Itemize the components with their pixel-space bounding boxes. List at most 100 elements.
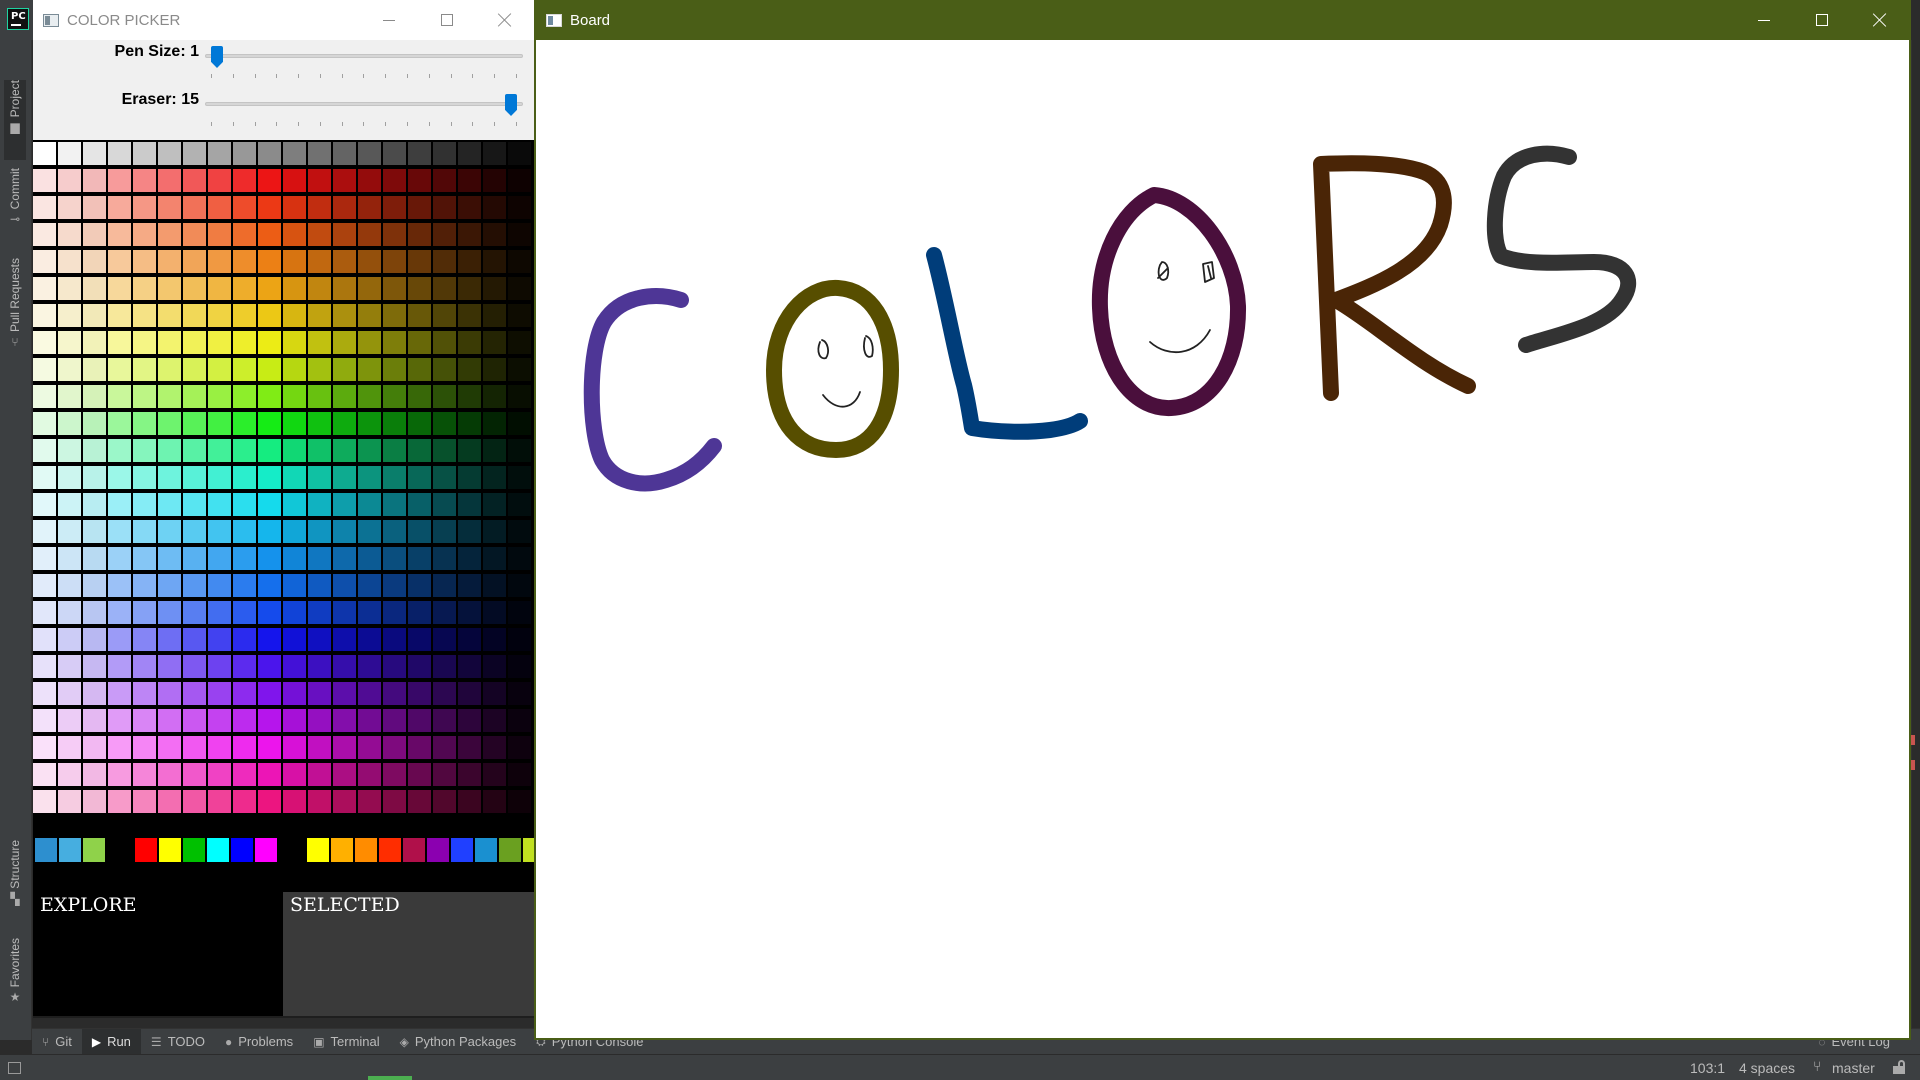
palette-swatch[interactable] — [233, 250, 256, 273]
palette-swatch[interactable] — [258, 196, 281, 219]
palette-swatch[interactable] — [83, 466, 106, 489]
palette-swatch[interactable] — [458, 520, 481, 543]
palette-swatch[interactable] — [183, 412, 206, 435]
palette-swatch[interactable] — [108, 142, 131, 165]
palette-swatch[interactable] — [108, 655, 131, 678]
palette-swatch[interactable] — [358, 493, 381, 516]
palette-swatch[interactable] — [83, 412, 106, 435]
palette-swatch[interactable] — [408, 196, 431, 219]
palette-swatch[interactable] — [333, 304, 356, 327]
palette-swatch[interactable] — [133, 655, 156, 678]
palette-swatch[interactable] — [108, 304, 131, 327]
palette-swatch[interactable] — [33, 466, 56, 489]
palette-swatch[interactable] — [358, 142, 381, 165]
palette-swatch[interactable] — [58, 169, 81, 192]
palette-swatch[interactable] — [58, 763, 81, 786]
palette-swatch[interactable] — [58, 466, 81, 489]
status-line-column[interactable]: 103:1 — [1690, 1060, 1725, 1076]
palette-swatch[interactable] — [208, 736, 231, 759]
palette-swatch[interactable] — [308, 439, 331, 462]
palette-swatch[interactable] — [108, 223, 131, 246]
palette-swatch[interactable] — [83, 493, 106, 516]
palette-swatch[interactable] — [183, 223, 206, 246]
palette-swatch[interactable] — [158, 331, 181, 354]
palette-swatch[interactable] — [333, 250, 356, 273]
palette-swatch[interactable] — [258, 763, 281, 786]
palette-swatch[interactable] — [483, 412, 506, 435]
palette-swatch[interactable] — [33, 385, 56, 408]
palette-swatch[interactable] — [433, 790, 456, 813]
palette-swatch[interactable] — [133, 331, 156, 354]
palette-swatch[interactable] — [283, 736, 306, 759]
palette-swatch[interactable] — [508, 601, 531, 624]
palette-swatch[interactable] — [208, 223, 231, 246]
palette-swatch[interactable] — [33, 142, 56, 165]
palette-swatch[interactable] — [508, 358, 531, 381]
palette-swatch[interactable] — [283, 223, 306, 246]
lock-icon[interactable] — [1892, 1060, 1906, 1074]
palette-swatch[interactable] — [383, 790, 406, 813]
palette-swatch[interactable] — [483, 763, 506, 786]
palette-swatch[interactable] — [208, 763, 231, 786]
palette-swatch[interactable] — [483, 169, 506, 192]
bottom-tab-problems[interactable]: ● Problems — [215, 1029, 303, 1055]
palette-swatch[interactable] — [383, 277, 406, 300]
palette-swatch[interactable] — [158, 466, 181, 489]
palette-swatch[interactable] — [83, 574, 106, 597]
palette-swatch[interactable] — [283, 790, 306, 813]
palette-swatch[interactable] — [233, 169, 256, 192]
palette-swatch[interactable] — [283, 439, 306, 462]
palette-swatch[interactable] — [508, 655, 531, 678]
palette-swatch[interactable] — [333, 169, 356, 192]
palette-swatch[interactable] — [483, 547, 506, 570]
palette-swatch[interactable] — [433, 493, 456, 516]
palette-swatch[interactable] — [383, 547, 406, 570]
palette-swatch[interactable] — [333, 142, 356, 165]
tool-window-commit[interactable]: Commit ⊸ — [4, 168, 26, 246]
palette-swatch[interactable] — [258, 142, 281, 165]
palette-swatch[interactable] — [133, 466, 156, 489]
palette-swatch[interactable] — [258, 358, 281, 381]
palette-swatch[interactable] — [433, 520, 456, 543]
palette-swatch[interactable] — [358, 439, 381, 462]
palette-swatch[interactable] — [283, 169, 306, 192]
palette-swatch[interactable] — [233, 628, 256, 651]
palette-swatch[interactable] — [333, 358, 356, 381]
palette-swatch[interactable] — [358, 628, 381, 651]
palette-swatch[interactable] — [458, 358, 481, 381]
palette-swatch[interactable] — [333, 331, 356, 354]
palette-swatch[interactable] — [133, 358, 156, 381]
palette-swatch[interactable] — [333, 520, 356, 543]
palette-swatch[interactable] — [233, 439, 256, 462]
palette-swatch[interactable] — [308, 682, 331, 705]
palette-swatch[interactable] — [83, 142, 106, 165]
palette-swatch[interactable] — [483, 277, 506, 300]
palette-swatch[interactable] — [458, 736, 481, 759]
palette-swatch[interactable] — [408, 763, 431, 786]
palette-swatch[interactable] — [108, 331, 131, 354]
palette-swatch[interactable] — [383, 142, 406, 165]
palette-swatch[interactable] — [483, 709, 506, 732]
palette-swatch[interactable] — [433, 223, 456, 246]
palette-swatch[interactable] — [508, 196, 531, 219]
palette-swatch[interactable] — [233, 736, 256, 759]
palette-swatch[interactable] — [308, 493, 331, 516]
palette-swatch[interactable] — [183, 331, 206, 354]
palette-swatch[interactable] — [383, 574, 406, 597]
palette-swatch[interactable] — [183, 277, 206, 300]
palette-swatch[interactable] — [158, 763, 181, 786]
palette-swatch[interactable] — [183, 628, 206, 651]
palette-swatch[interactable] — [408, 142, 431, 165]
palette-swatch[interactable] — [208, 709, 231, 732]
palette-swatch[interactable] — [233, 547, 256, 570]
palette-swatch[interactable] — [283, 466, 306, 489]
palette-swatch[interactable] — [208, 250, 231, 273]
palette-swatch[interactable] — [408, 574, 431, 597]
palette-swatch[interactable] — [508, 466, 531, 489]
palette-swatch[interactable] — [83, 385, 106, 408]
palette-swatch[interactable] — [133, 142, 156, 165]
palette-swatch[interactable] — [433, 358, 456, 381]
palette-swatch[interactable] — [508, 520, 531, 543]
palette-swatch[interactable] — [133, 493, 156, 516]
bottom-tab-git[interactable]: ⑂ Git — [32, 1029, 82, 1055]
